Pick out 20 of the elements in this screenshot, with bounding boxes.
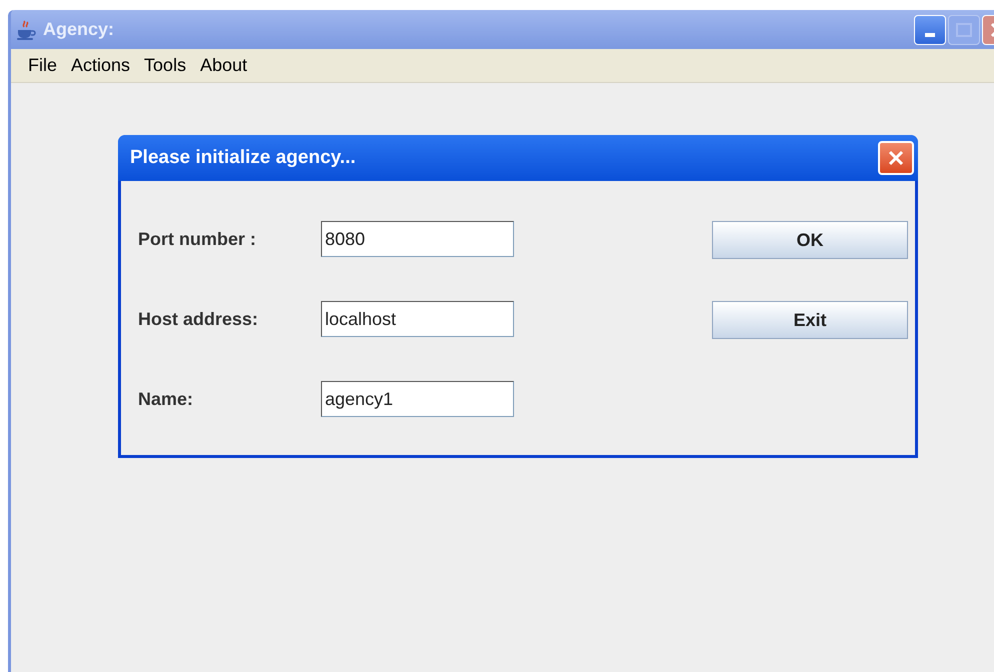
field-label: Name: [138, 388, 194, 410]
menu-item[interactable]: Tools [139, 52, 192, 79]
maximize-icon [956, 22, 972, 36]
menu-item[interactable]: Actions [66, 52, 136, 79]
dialog-close-button[interactable] [878, 141, 914, 175]
input-field[interactable]: localhost [321, 301, 514, 337]
input-field[interactable]: agency1 [321, 381, 514, 417]
close-icon [887, 149, 905, 167]
window-title: Agency: [43, 18, 116, 41]
coffee-cup-icon [15, 18, 37, 40]
field-label: Host address: [138, 308, 260, 330]
minimize-button[interactable] [914, 14, 946, 44]
menu-item[interactable]: About [195, 52, 252, 79]
dialog-button[interactable]: OK [712, 221, 908, 259]
dialog-title: Please initialize agency... [130, 146, 357, 170]
field-label: Port number : [138, 228, 258, 250]
menu-item[interactable]: File [23, 52, 62, 79]
minimize-icon [925, 32, 935, 36]
input-field[interactable]: 8080 [321, 221, 514, 257]
dialog-button[interactable]: Exit [712, 301, 908, 339]
